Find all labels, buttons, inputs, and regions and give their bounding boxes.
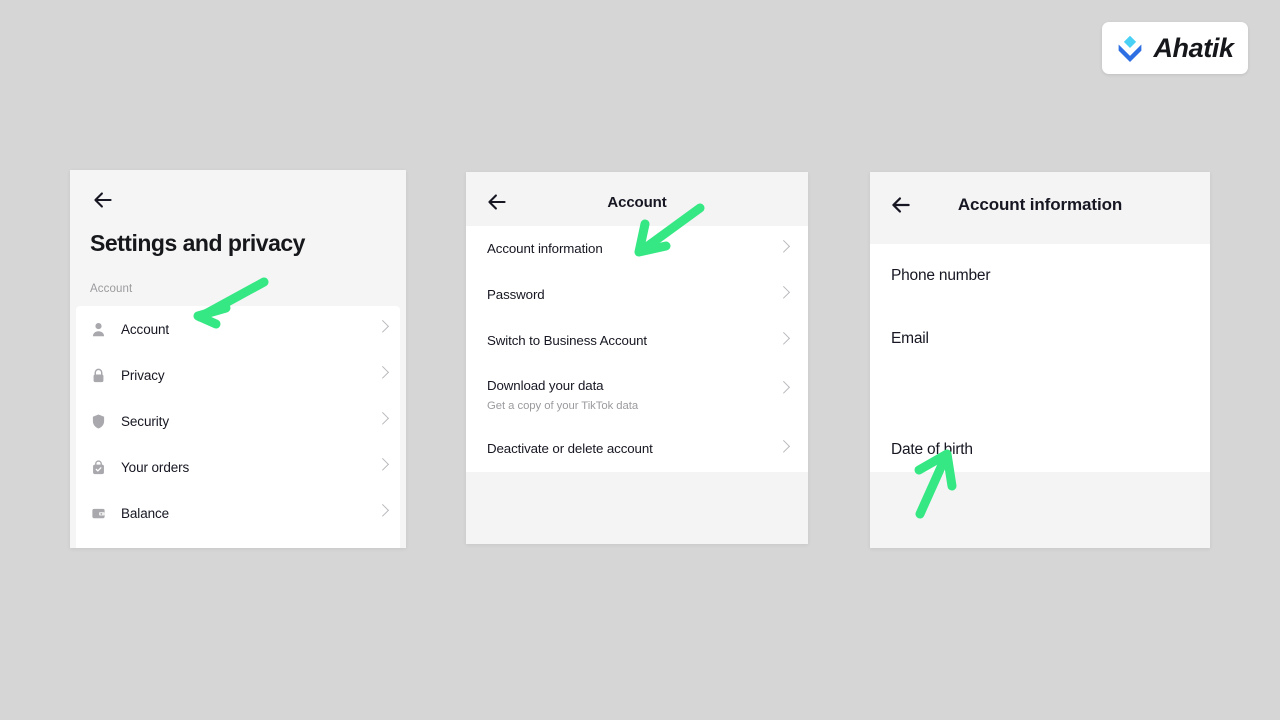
list-item-label: Account information	[487, 241, 603, 257]
list-item-label: Deactivate or delete account	[487, 441, 653, 457]
list-item-account-information[interactable]: Account information	[487, 226, 791, 272]
list-item-label: Switch to Business Account	[487, 333, 648, 349]
page-title: Account	[607, 193, 667, 211]
account-information-list: Phone number Email Date of birth	[870, 244, 1210, 472]
chevron-right-icon	[777, 380, 791, 394]
brand-name: Ahatik	[1153, 32, 1234, 63]
person-icon	[92, 322, 105, 336]
sidebar-item-privacy[interactable]: Privacy	[90, 352, 390, 398]
panel-2-header: Account	[466, 172, 808, 226]
lock-icon	[93, 368, 104, 382]
list-item-label: Phone number	[891, 266, 991, 284]
chevron-right-icon	[777, 285, 791, 299]
list-item-deactivate-or-delete-account[interactable]: Deactivate or delete account	[487, 426, 791, 472]
sidebar-item-share-profile[interactable]: Share profile	[90, 536, 386, 548]
sidebar-item-balance[interactable]: Balance	[90, 490, 390, 536]
list-item-phone-number[interactable]: Phone number	[891, 244, 1189, 307]
list-item-sublabel: Get a copy of your TikTok data	[487, 400, 639, 413]
list-item-label: Download your data	[487, 377, 604, 393]
shield-icon	[92, 414, 105, 428]
chevron-right-icon	[777, 239, 791, 253]
panel-1-header: Settings and privacy Account	[70, 170, 406, 295]
chevron-right-icon	[777, 439, 791, 453]
page-title: Settings and privacy	[90, 230, 305, 256]
settings-list: Account Privacy Security Your orders Bal…	[76, 306, 400, 548]
list-item-email[interactable]: Email	[891, 307, 1189, 370]
list-item-password[interactable]: Password	[487, 272, 791, 318]
wallet-icon	[92, 508, 105, 518]
chevron-right-icon	[777, 331, 791, 345]
back-button-1[interactable]	[90, 182, 386, 218]
back-arrow-icon	[94, 192, 112, 208]
sidebar-item-account[interactable]: Account	[90, 306, 390, 352]
list-item-download-your-data[interactable]: Download your data Get a copy of your Ti…	[487, 364, 791, 426]
page-title: Account information	[957, 195, 1123, 214]
panel-3-header: Account information	[870, 172, 1210, 244]
section-label-account: Account	[90, 283, 133, 295]
sidebar-item-your-orders[interactable]: Your orders	[90, 444, 390, 490]
sidebar-item-label: Privacy	[121, 367, 165, 383]
sidebar-item-label: Balance	[121, 505, 170, 521]
account-list: Account information Password Switch to B…	[466, 226, 808, 472]
list-item-label: Date of birth	[891, 441, 973, 458]
sidebar-item-security[interactable]: Security	[90, 398, 390, 444]
list-item-label: Password	[487, 287, 545, 303]
list-item-date-of-birth[interactable]: Date of birth	[891, 370, 1189, 465]
list-item-switch-to-business-account[interactable]: Switch to Business Account	[487, 318, 791, 364]
brand-watermark: Ahatik	[1102, 22, 1248, 74]
panel-settings-and-privacy: Settings and privacy Account Account Pri…	[70, 170, 406, 548]
list-item-label: Email	[891, 329, 929, 347]
chevron-diamond-logo-icon	[1119, 35, 1142, 62]
bag-check-icon	[93, 459, 104, 474]
sidebar-item-label: Account	[121, 321, 170, 337]
panel-account-information: Account information Phone number Email D…	[870, 172, 1210, 548]
sidebar-item-label: Security	[121, 413, 169, 429]
sidebar-item-label: Your orders	[121, 459, 190, 475]
panel-account: Account Account information Password Swi…	[466, 172, 808, 544]
